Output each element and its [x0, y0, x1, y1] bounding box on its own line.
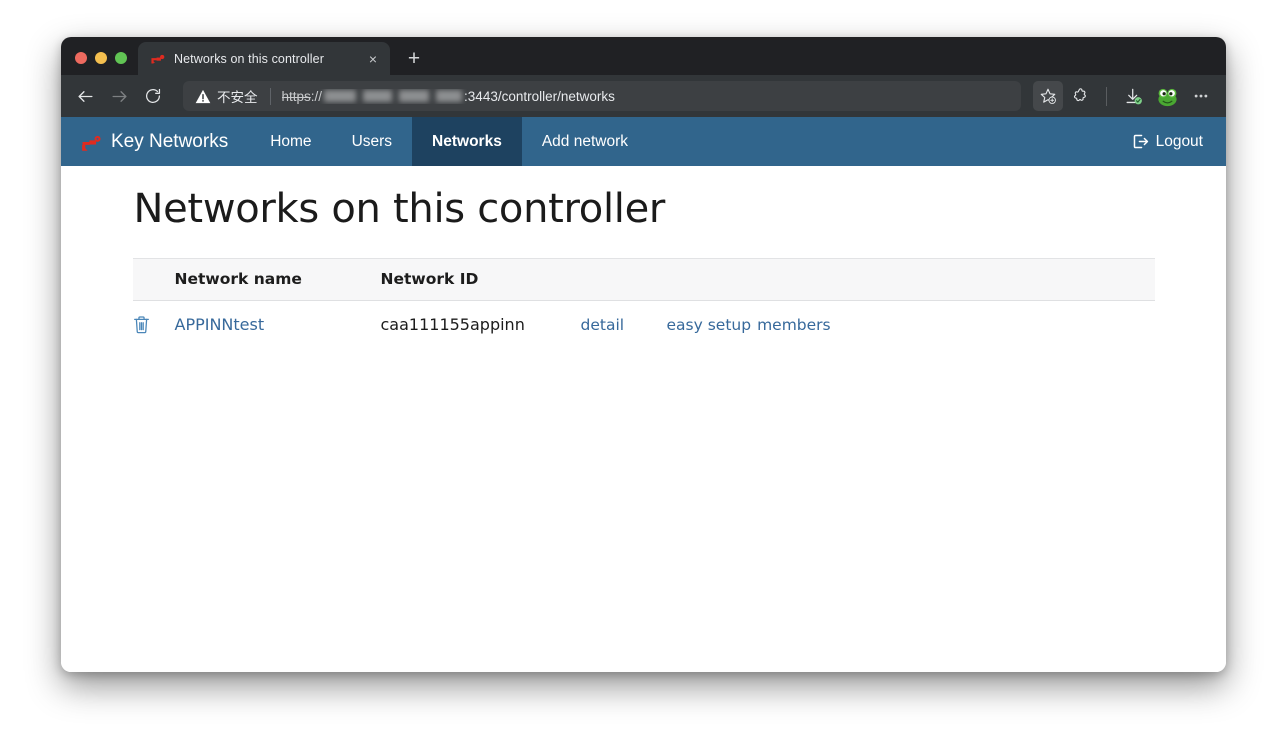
page-content: Networks on this controller Network name… [61, 166, 1226, 672]
star-plus-icon [1039, 87, 1057, 105]
table-header: Network name Network ID [133, 259, 1155, 301]
minimize-window-button[interactable] [95, 52, 107, 64]
url-text: https :// :3443/controller/networks [282, 89, 1014, 104]
forward-arrow-icon [110, 87, 129, 106]
table-header-row: Network name Network ID [133, 259, 1155, 301]
reload-button[interactable] [137, 80, 169, 112]
page-title: Networks on this controller [133, 186, 1155, 232]
forward-button[interactable] [103, 80, 135, 112]
easy-setup-cell: easy setup [667, 301, 758, 350]
column-header-members [757, 259, 1154, 301]
column-header-easy-setup [667, 259, 758, 301]
browser-toolbar: 不安全 https :// :3443/controller/networks [61, 75, 1226, 117]
frog-avatar-icon [1156, 85, 1179, 108]
omnibox-divider [270, 88, 271, 105]
logout-button[interactable]: Logout [1114, 117, 1226, 166]
trash-icon[interactable] [133, 315, 150, 334]
network-name-cell: APPINNtest [175, 301, 381, 350]
nav-item-networks[interactable]: Networks [412, 117, 522, 166]
warning-triangle-icon [195, 89, 211, 104]
maximize-window-button[interactable] [115, 52, 127, 64]
table-row: APPINNtest caa111155appinn detail easy s… [133, 301, 1155, 350]
nav-item-home[interactable]: Home [250, 117, 331, 166]
profile-avatar[interactable] [1152, 81, 1182, 111]
network-id-cell: caa111155appinn [381, 301, 581, 350]
networks-table: Network name Network ID [133, 258, 1155, 350]
navbar-spacer [648, 117, 1114, 166]
back-arrow-icon [76, 87, 95, 106]
members-link[interactable]: members [757, 316, 831, 334]
browser-settings-button[interactable] [1186, 81, 1216, 111]
logout-label: Logout [1156, 133, 1203, 151]
downloads-button[interactable] [1118, 81, 1148, 111]
url-scheme-separator: :// [311, 89, 322, 104]
content-container: Networks on this controller Network name… [133, 166, 1155, 350]
brand-logo-link[interactable]: Key Networks [61, 117, 250, 166]
browser-tab-title: Networks on this controller [174, 52, 349, 66]
close-window-button[interactable] [75, 52, 87, 64]
url-scheme: https [282, 89, 311, 104]
back-button[interactable] [69, 80, 101, 112]
url-host-redacted [324, 90, 462, 102]
detail-link[interactable]: detail [581, 316, 625, 334]
easy-setup-link[interactable]: easy setup [667, 316, 752, 334]
browser-window: Networks on this controller × + [61, 37, 1226, 672]
nav-item-add-network[interactable]: Add network [522, 117, 648, 166]
address-bar[interactable]: 不安全 https :// :3443/controller/networks [183, 81, 1021, 111]
column-header-network-name: Network name [175, 259, 381, 301]
table-body: APPINNtest caa111155appinn detail easy s… [133, 301, 1155, 350]
collections-button[interactable] [1067, 81, 1097, 111]
insecure-label: 不安全 [217, 86, 258, 106]
app-navbar: Key Networks Home Users Networks Add net… [61, 117, 1226, 166]
download-check-icon [1124, 87, 1143, 106]
column-header-detail [581, 259, 667, 301]
key-network-favicon [150, 51, 165, 66]
toolbar-divider [1106, 87, 1107, 106]
brand-label: Key Networks [111, 131, 228, 153]
network-id-value: caa111155appinn [381, 315, 525, 334]
key-network-icon [80, 132, 102, 152]
column-header-network-id: Network ID [381, 259, 581, 301]
puzzle-icon [1073, 87, 1091, 105]
window-controls [61, 52, 138, 75]
new-tab-button[interactable]: + [400, 44, 428, 72]
delete-network-cell [133, 301, 175, 350]
url-path: :3443/controller/networks [464, 89, 615, 104]
browser-tab[interactable]: Networks on this controller × [138, 42, 390, 75]
ellipsis-icon [1192, 87, 1210, 105]
members-cell: members [757, 301, 1154, 350]
column-header-actions-icon [133, 259, 175, 301]
network-name-link[interactable]: APPINNtest [175, 315, 265, 334]
tab-strip: Networks on this controller × + [61, 37, 1226, 75]
reload-icon [144, 87, 162, 105]
sign-out-icon [1132, 133, 1149, 150]
close-tab-button[interactable]: × [362, 48, 384, 70]
detail-cell: detail [581, 301, 667, 350]
add-favorite-button[interactable] [1033, 81, 1063, 111]
nav-item-users[interactable]: Users [332, 117, 412, 166]
